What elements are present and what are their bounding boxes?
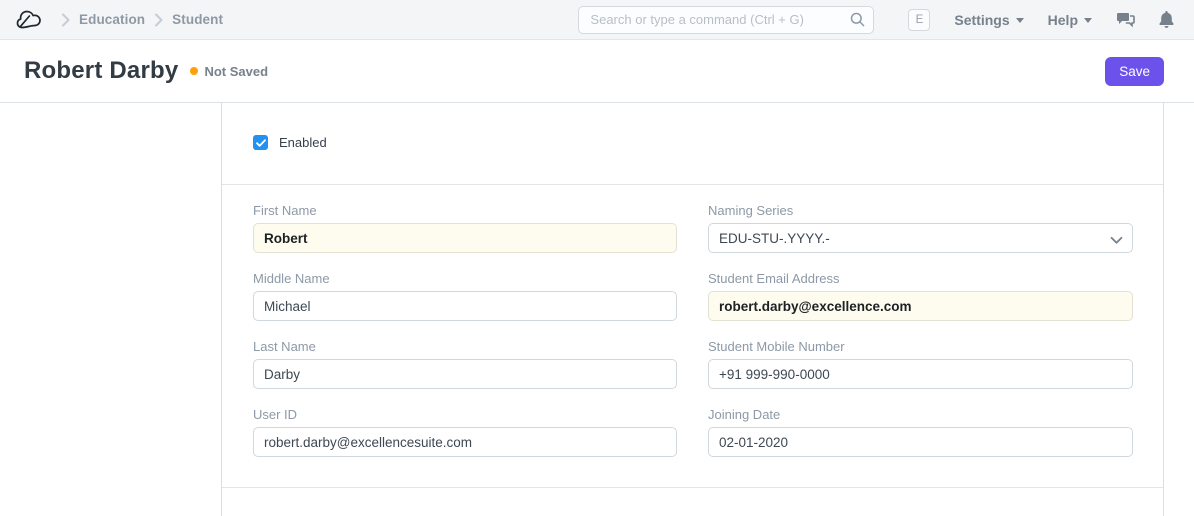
avatar[interactable]: E — [908, 9, 930, 31]
field-middle-name: Middle Name — [253, 271, 677, 321]
field-student-email: Student Email Address — [708, 271, 1133, 321]
field-naming-series: Naming Series EDU-STU-.YYYY.- — [708, 203, 1133, 253]
field-label: Middle Name — [253, 271, 677, 286]
section-enabled: Enabled — [222, 103, 1163, 185]
status-label: Not Saved — [204, 64, 268, 79]
field-label: Student Mobile Number — [708, 339, 1133, 354]
field-label: First Name — [253, 203, 677, 218]
navbar-right: E Settings Help — [908, 9, 1174, 31]
chevron-down-icon — [1110, 233, 1123, 248]
bell-icon[interactable] — [1159, 11, 1174, 28]
caret-down-icon — [1084, 18, 1092, 23]
form-column-left: First Name Middle Name Last Name User ID — [253, 203, 677, 475]
status-indicator: Not Saved — [190, 64, 268, 79]
page-header: Robert Darby Not Saved Save — [0, 40, 1194, 103]
student-email-input[interactable] — [708, 291, 1133, 321]
field-student-mobile: Student Mobile Number — [708, 339, 1133, 389]
page-title: Robert Darby — [24, 57, 178, 85]
chevron-right-icon — [61, 13, 70, 27]
section-details: First Name Middle Name Last Name User ID — [222, 185, 1163, 488]
enabled-checkbox[interactable] — [253, 135, 268, 150]
breadcrumb-student[interactable]: Student — [172, 12, 223, 27]
field-label: Joining Date — [708, 407, 1133, 422]
enabled-checkbox-row[interactable]: Enabled — [253, 135, 1133, 150]
navbar: Education Student E Settings Help — [0, 0, 1194, 40]
first-name-input[interactable] — [253, 223, 677, 253]
help-menu[interactable]: Help — [1048, 12, 1092, 28]
breadcrumb-education[interactable]: Education — [79, 12, 145, 27]
save-button[interactable]: Save — [1105, 57, 1164, 86]
caret-down-icon — [1016, 18, 1024, 23]
field-label: Last Name — [253, 339, 677, 354]
search-input[interactable] — [578, 6, 874, 34]
settings-menu[interactable]: Settings — [954, 12, 1023, 28]
settings-label: Settings — [954, 12, 1009, 28]
naming-series-value: EDU-STU-.YYYY.- — [719, 231, 830, 246]
middle-name-input[interactable] — [253, 291, 677, 321]
chevron-right-icon — [154, 13, 163, 27]
student-mobile-input[interactable] — [708, 359, 1133, 389]
field-label: Student Email Address — [708, 271, 1133, 286]
help-label: Help — [1048, 12, 1078, 28]
search-icon — [850, 12, 865, 32]
field-joining-date: Joining Date — [708, 407, 1133, 457]
page-content: Enabled First Name Middle Name Last Name — [0, 103, 1194, 516]
field-label: User ID — [253, 407, 677, 422]
chat-icon[interactable] — [1116, 12, 1135, 28]
field-label: Naming Series — [708, 203, 1133, 218]
field-first-name: First Name — [253, 203, 677, 253]
last-name-input[interactable] — [253, 359, 677, 389]
joining-date-input[interactable] — [708, 427, 1133, 457]
form-layout: Enabled First Name Middle Name Last Name — [221, 103, 1164, 516]
naming-series-select[interactable]: EDU-STU-.YYYY.- — [708, 223, 1133, 253]
global-search — [578, 6, 874, 34]
field-user-id: User ID — [253, 407, 677, 457]
logo-cloud-icon[interactable] — [16, 10, 42, 30]
section-next — [222, 488, 1163, 514]
user-id-input[interactable] — [253, 427, 677, 457]
status-dot-icon — [190, 67, 198, 75]
field-last-name: Last Name — [253, 339, 677, 389]
form-column-right: Naming Series EDU-STU-.YYYY.- Student Em… — [708, 203, 1133, 475]
enabled-label: Enabled — [279, 135, 327, 150]
